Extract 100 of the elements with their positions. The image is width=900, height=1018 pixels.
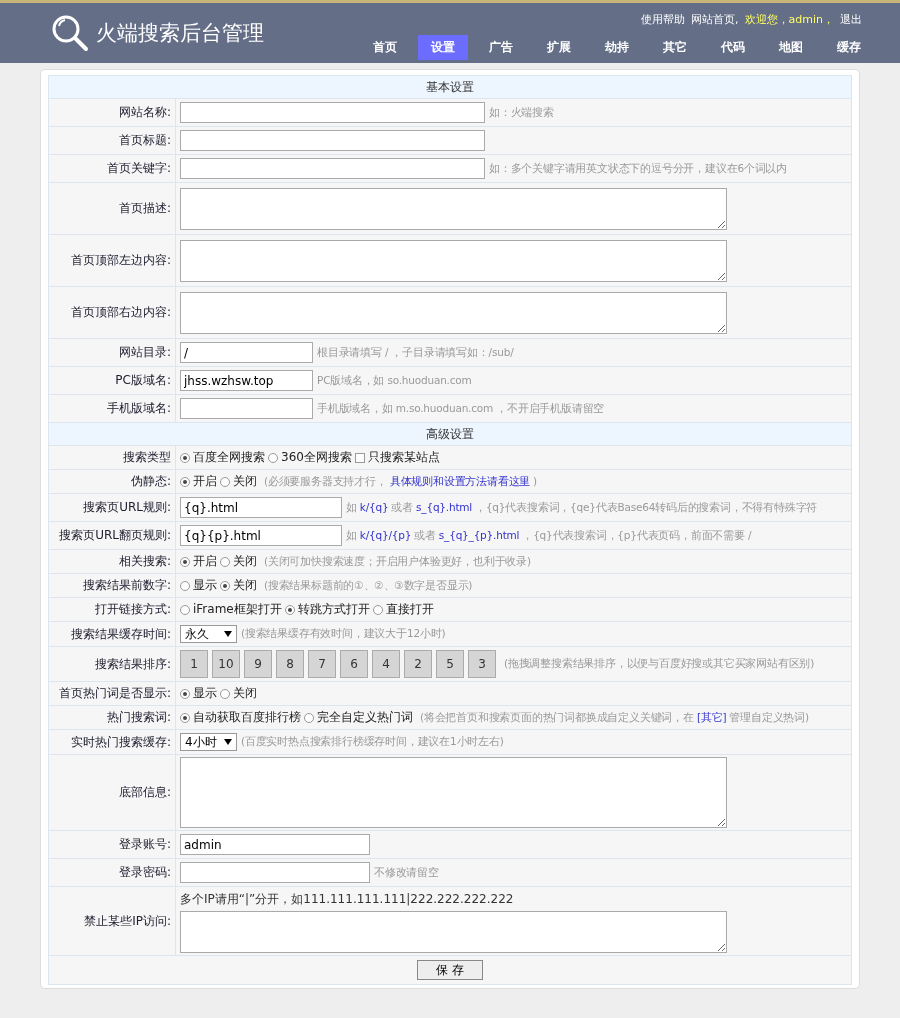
radio-button[interactable] bbox=[180, 604, 190, 615]
nav-tab[interactable]: 缓存 bbox=[824, 35, 874, 60]
sort-item[interactable]: 7 bbox=[308, 650, 336, 678]
sort-item[interactable]: 10 bbox=[212, 650, 240, 678]
sort-item[interactable]: 5 bbox=[436, 650, 464, 678]
text-area[interactable] bbox=[180, 187, 727, 230]
option-label[interactable]: 完全自定义热门词 bbox=[317, 709, 413, 726]
text-area[interactable] bbox=[180, 911, 727, 953]
hint-text: 或者 bbox=[414, 528, 436, 541]
hint-text: (必须要服务器支持才行， bbox=[264, 474, 387, 487]
text-area[interactable] bbox=[180, 757, 727, 828]
option-label[interactable]: 关闭 bbox=[233, 473, 257, 490]
option-label[interactable]: 自动获取百度排行榜 bbox=[193, 709, 301, 726]
caret-icon bbox=[224, 739, 232, 745]
field-label: PC版域名: bbox=[115, 373, 171, 387]
option-label[interactable]: 开启 bbox=[193, 553, 217, 570]
radio-button[interactable] bbox=[180, 580, 190, 591]
radio-button[interactable] bbox=[220, 688, 230, 699]
nav-tab[interactable]: 广告 bbox=[476, 35, 526, 60]
option-label[interactable]: 开启 bbox=[193, 473, 217, 490]
hint-text: (将会把首页和搜索页面的热门词都换成自定义关键词，在 bbox=[420, 710, 694, 723]
field-label: 热门搜索词: bbox=[106, 710, 171, 724]
field-label: 搜索类型 bbox=[123, 450, 171, 464]
radio-button[interactable] bbox=[180, 556, 190, 567]
sort-item[interactable]: 2 bbox=[404, 650, 432, 678]
radio-button[interactable] bbox=[180, 452, 190, 463]
field-label: 搜索结果前数字: bbox=[82, 578, 171, 592]
header-link[interactable]: 网站首页, bbox=[691, 12, 739, 27]
text-field[interactable]: jhss.wzhsw.top bbox=[180, 370, 313, 391]
text-field[interactable]: {q}.html bbox=[180, 497, 342, 518]
option-label[interactable]: 360全网搜索 bbox=[281, 449, 352, 466]
nav-tab[interactable]: 扩展 bbox=[534, 35, 584, 60]
field-label: 搜索页URL翻页规则: bbox=[59, 528, 171, 542]
radio-button[interactable] bbox=[220, 556, 230, 567]
dropdown[interactable]: 永久 bbox=[180, 625, 237, 643]
dropdown[interactable]: 4小时 bbox=[180, 733, 237, 751]
hint-text: (搜索结果标题前的①、②、③数字是否显示) bbox=[264, 578, 473, 591]
radio-button[interactable] bbox=[180, 712, 190, 723]
header-link[interactable]: 使用帮助 bbox=[641, 12, 686, 27]
sort-item[interactable]: 4 bbox=[372, 650, 400, 678]
help-link[interactable]: 具体规则和设置方法请看这里 bbox=[389, 474, 531, 487]
radio-button[interactable] bbox=[284, 604, 295, 615]
help-link[interactable]: k/{q}/{p} bbox=[359, 528, 412, 541]
text-field[interactable] bbox=[180, 102, 485, 123]
radio-button[interactable] bbox=[220, 580, 230, 591]
nav-tab[interactable]: 地图 bbox=[766, 35, 816, 60]
help-link[interactable]: [其它] bbox=[696, 710, 727, 723]
option-label[interactable]: 直接打开 bbox=[385, 601, 434, 618]
radio-button[interactable] bbox=[304, 712, 314, 723]
sort-item[interactable]: 9 bbox=[244, 650, 272, 678]
field-label: 登录密码: bbox=[118, 865, 171, 879]
hint-text: (关闭可加快搜索速度；开启用户体验更好，也利于收录) bbox=[264, 554, 531, 567]
hint-text: (拖拽调整搜索结果排序，以便与百度好搜或其它买家网站有区别) bbox=[504, 657, 815, 669]
field-label: 首页关键字: bbox=[106, 161, 171, 175]
nav-tab[interactable]: 首页 bbox=[360, 35, 410, 60]
hint-text: 手机版域名，如 m.so.huoduan.com ，不开启手机版请留空 bbox=[317, 401, 605, 414]
field-label: 搜索页URL规则: bbox=[83, 500, 171, 514]
help-link[interactable]: s_{q}_{p}.html bbox=[438, 528, 520, 541]
radio-button[interactable] bbox=[268, 452, 278, 463]
sort-item[interactable]: 6 bbox=[340, 650, 368, 678]
text-field[interactable]: / bbox=[180, 342, 313, 363]
text-field[interactable] bbox=[180, 398, 313, 419]
sort-item[interactable]: 8 bbox=[276, 650, 304, 678]
option-label[interactable]: 显示 bbox=[193, 685, 217, 702]
text-field[interactable] bbox=[180, 158, 485, 179]
option-label[interactable]: 关闭 bbox=[233, 685, 257, 702]
option-label[interactable]: 只搜索某站点 bbox=[367, 449, 440, 466]
save-button[interactable]: 保 存 bbox=[417, 960, 483, 980]
nav-tab[interactable]: 其它 bbox=[650, 35, 700, 60]
option-label[interactable]: iFrame框架打开 bbox=[193, 601, 282, 618]
text-field[interactable]: admin bbox=[180, 834, 370, 855]
checkbox[interactable] bbox=[354, 452, 365, 463]
nav-tab[interactable]: 劫持 bbox=[592, 35, 642, 60]
option-label[interactable]: 关闭 bbox=[233, 553, 257, 570]
sort-item[interactable]: 3 bbox=[468, 650, 496, 678]
field-label: 相关搜索: bbox=[118, 554, 171, 568]
option-label[interactable]: 转跳方式打开 bbox=[297, 601, 370, 618]
radio-button[interactable] bbox=[180, 688, 190, 699]
text-area[interactable] bbox=[180, 291, 727, 334]
option-label[interactable]: 显示 bbox=[193, 577, 217, 594]
hint-text: (百度实时热点搜索排行榜缓存时间，建议在1小时左右) bbox=[241, 735, 504, 747]
search-icon bbox=[50, 13, 90, 53]
help-link[interactable]: k/{q} bbox=[359, 500, 389, 513]
help-link[interactable]: s_{q}.html bbox=[416, 500, 473, 513]
radio-button[interactable] bbox=[372, 604, 383, 615]
option-label[interactable]: 关闭 bbox=[233, 577, 257, 594]
radio-button[interactable] bbox=[180, 476, 190, 487]
radio-button[interactable] bbox=[220, 476, 230, 487]
text-field[interactable]: {q}{p}.html bbox=[180, 525, 342, 546]
text-area[interactable] bbox=[180, 239, 727, 282]
field-note: 多个IP请用“|”分开，如111.111.111.111|222.222.222.222 bbox=[180, 891, 515, 908]
field-label: 首页顶部左边内容: bbox=[70, 253, 171, 267]
sort-item[interactable]: 1 bbox=[180, 650, 208, 678]
text-field[interactable] bbox=[180, 130, 485, 151]
hint-text: 根目录请填写 / ，子目录请填写如：/sub/ bbox=[317, 345, 514, 358]
nav-tab[interactable]: 代码 bbox=[708, 35, 758, 60]
header-link[interactable]: 退出 bbox=[840, 12, 862, 27]
nav-tab[interactable]: 设置 bbox=[418, 35, 468, 60]
option-label[interactable]: 百度全网搜索 bbox=[193, 449, 265, 466]
text-field[interactable] bbox=[180, 862, 370, 883]
